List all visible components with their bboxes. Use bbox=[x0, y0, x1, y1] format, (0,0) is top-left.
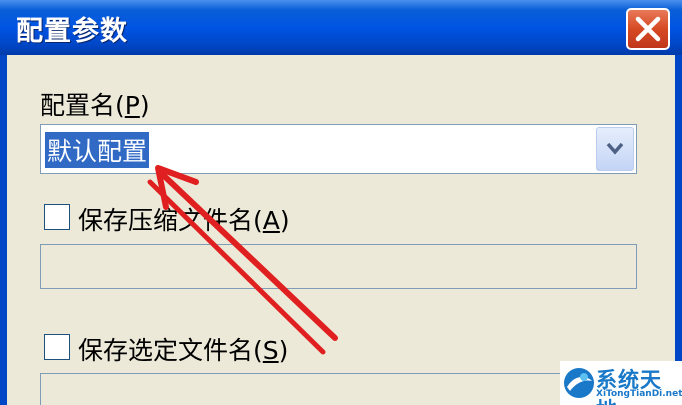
close-icon bbox=[635, 16, 661, 42]
profile-name-combobox[interactable]: 默认配置 bbox=[40, 124, 637, 174]
chevron-down-icon bbox=[606, 142, 624, 155]
profile-name-label: 配置名(P) bbox=[40, 91, 150, 120]
save-selected-name-input[interactable] bbox=[40, 373, 637, 405]
xitongtiandi-logo-icon bbox=[564, 368, 594, 398]
watermark: 系统天地 XiTongTianDi.net bbox=[560, 361, 682, 405]
save-archive-name-checkbox[interactable] bbox=[44, 204, 70, 230]
dialog-window: 配置参数 配置名(P) 默认配置 保存压缩文件名(A) 保存选定文件名(S) 系… bbox=[0, 0, 682, 405]
window-right-border bbox=[675, 55, 682, 405]
window-left-border bbox=[0, 55, 7, 405]
save-selected-name-checkbox[interactable] bbox=[44, 334, 70, 360]
window-title: 配置参数 bbox=[16, 16, 128, 47]
save-archive-name-input[interactable] bbox=[40, 244, 637, 289]
save-archive-name-label[interactable]: 保存压缩文件名(A) bbox=[78, 201, 290, 237]
watermark-site: XiTongTianDi.net bbox=[596, 389, 682, 399]
title-bar[interactable]: 配置参数 bbox=[0, 0, 682, 55]
profile-name-selected-value[interactable]: 默认配置 bbox=[45, 132, 150, 168]
save-selected-name-label[interactable]: 保存选定文件名(S) bbox=[78, 331, 288, 367]
close-button[interactable] bbox=[626, 8, 670, 50]
profile-dropdown-button[interactable] bbox=[596, 127, 634, 171]
